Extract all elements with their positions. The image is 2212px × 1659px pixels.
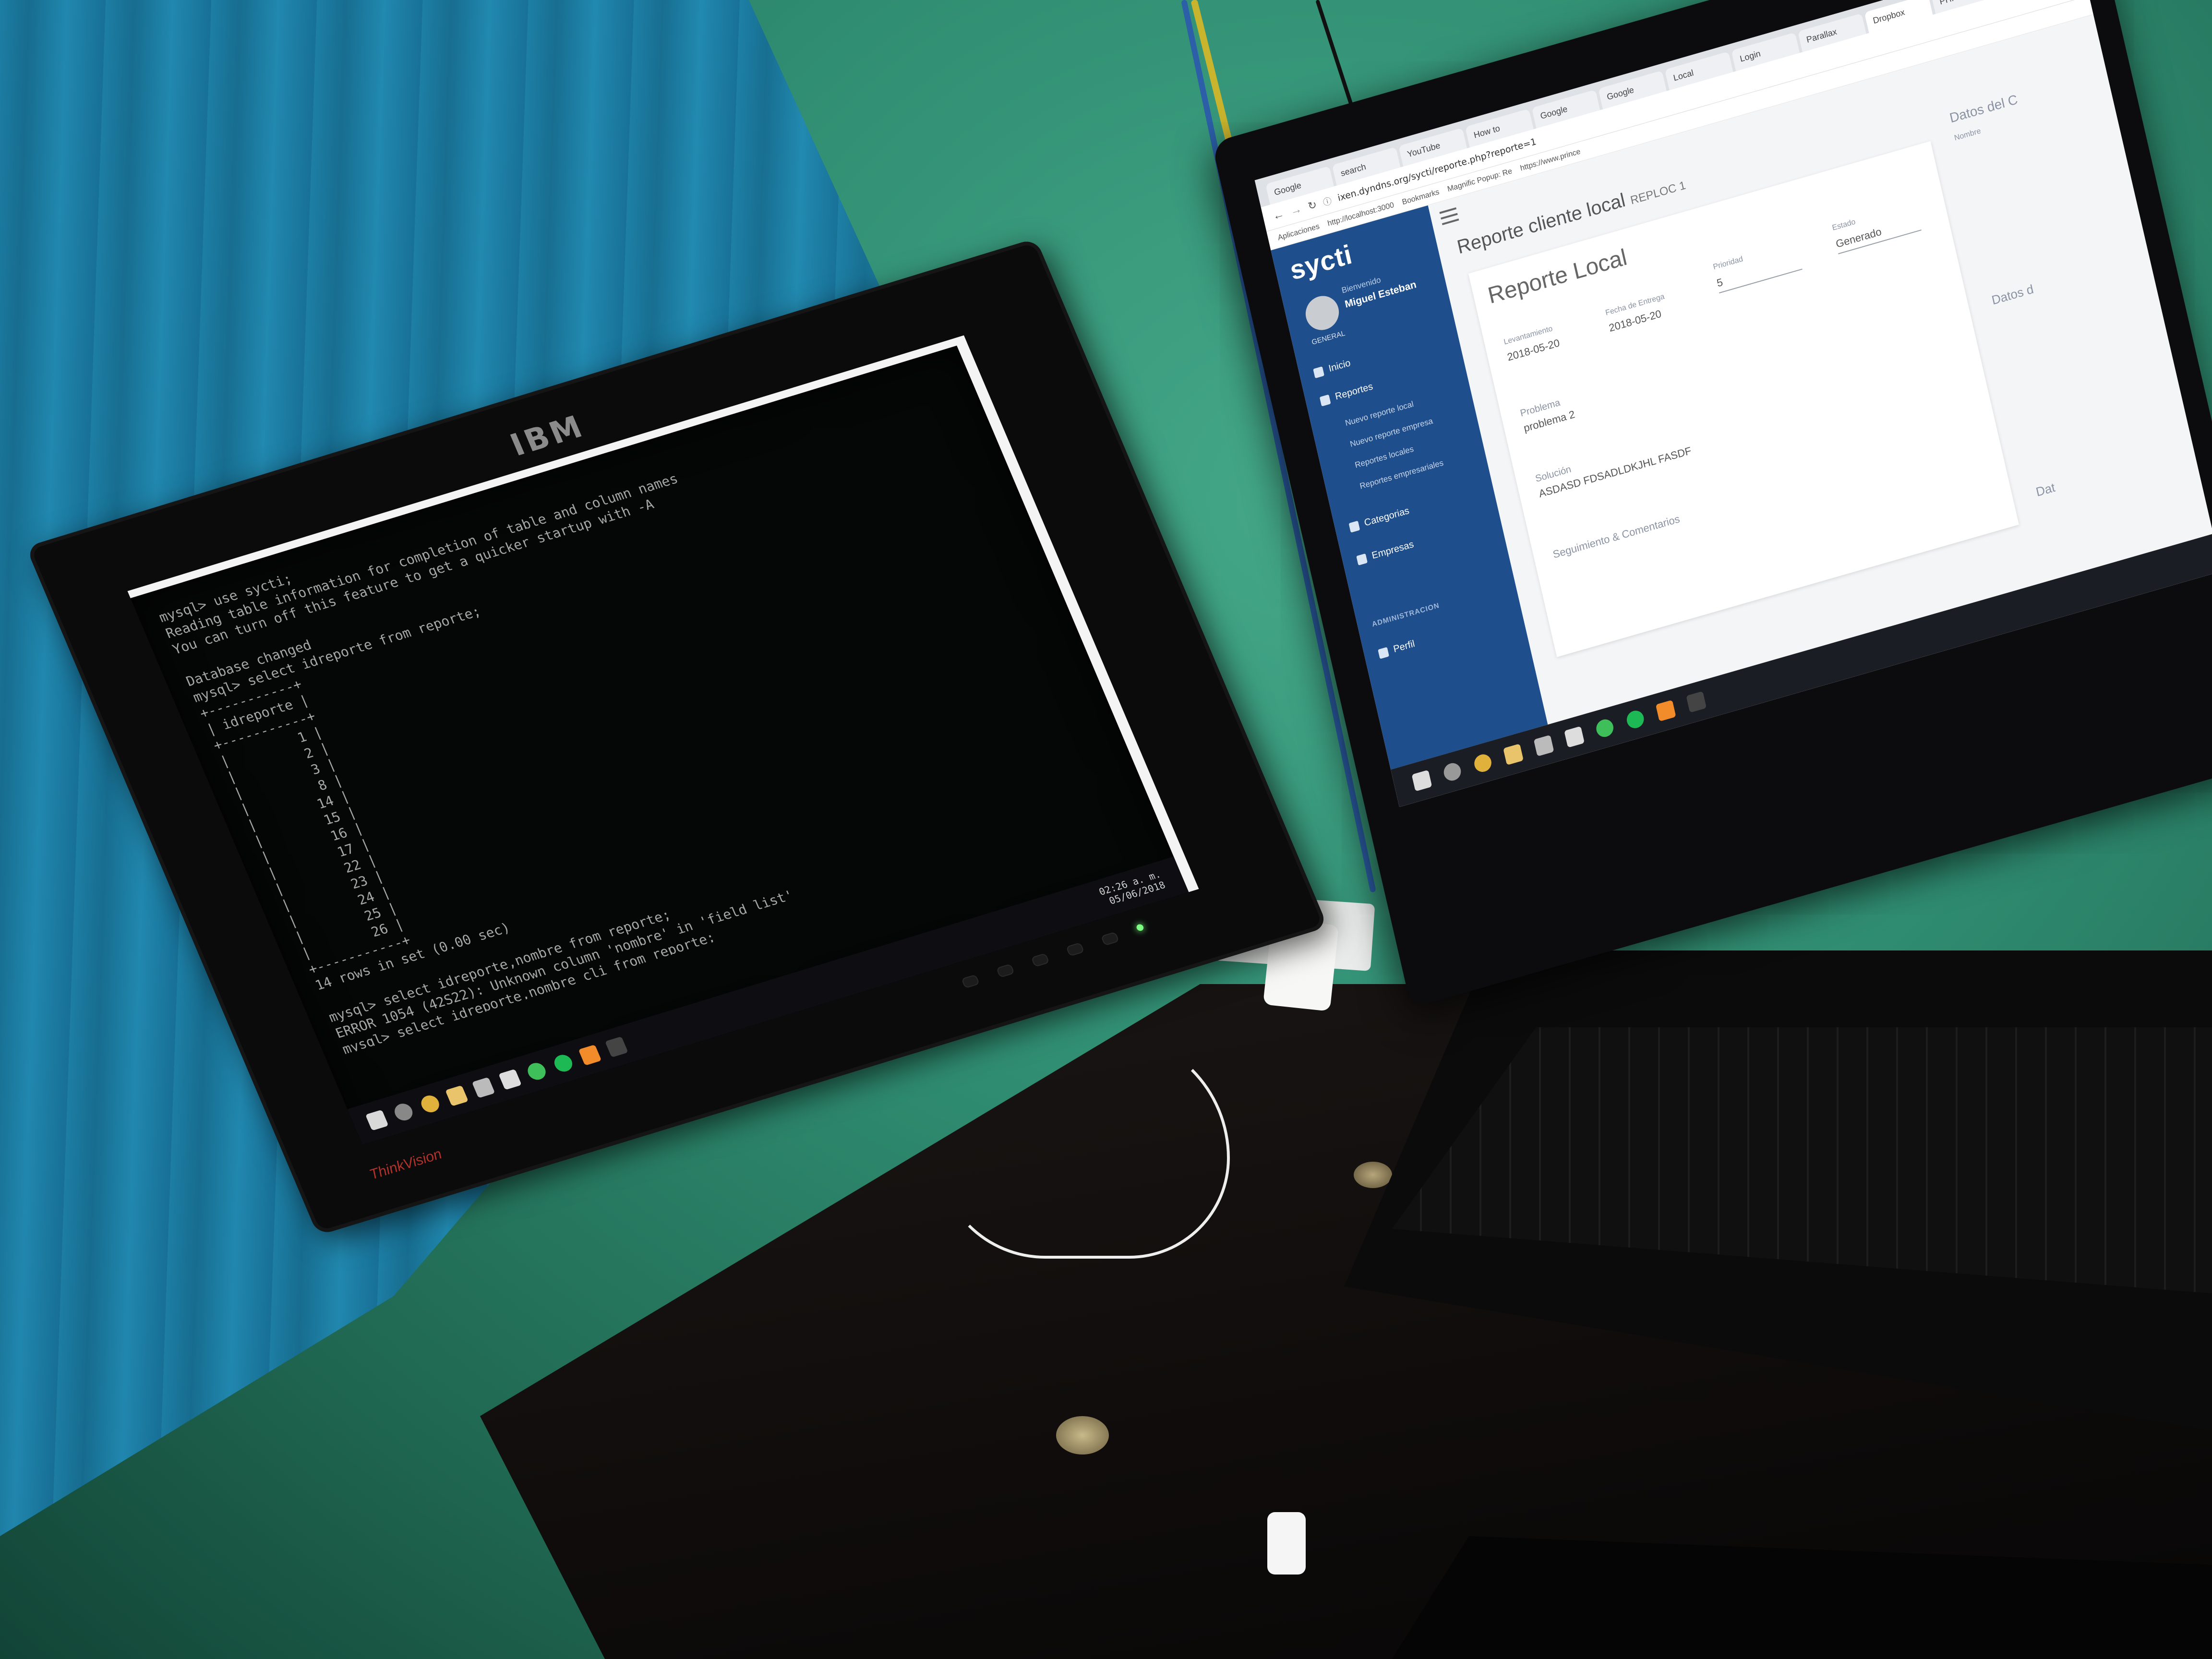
datos-heading-2: Dat [2034, 480, 2056, 500]
datos-heading: Datos d [1990, 281, 2035, 308]
datos-cliente-heading: Datos del C [1948, 92, 2020, 126]
sidebar-item-empresas[interactable]: Empresas [1356, 539, 1415, 566]
windows-start-icon[interactable] [1411, 769, 1432, 792]
estado-label: Estado [1831, 217, 1856, 232]
home-icon [1313, 366, 1324, 378]
whatsapp-icon[interactable] [1594, 717, 1615, 739]
sidebar-item-label: Inicio [1327, 358, 1352, 374]
coin [1056, 1416, 1109, 1455]
plug [1267, 1512, 1306, 1575]
monitor-button[interactable] [1100, 931, 1120, 946]
tag-icon [1348, 520, 1360, 533]
mail-icon[interactable] [498, 1069, 522, 1090]
secure-icon: ⓘ [1322, 195, 1333, 208]
folder-icon[interactable] [1503, 744, 1524, 766]
power-led-icon [1135, 923, 1145, 932]
chrome-icon[interactable] [1472, 752, 1493, 774]
chrome-icon[interactable] [418, 1093, 442, 1115]
menu-icon[interactable] [1439, 207, 1459, 226]
sidebar-item-reportes[interactable]: Reportes [1319, 381, 1374, 407]
back-icon[interactable]: ← [1272, 207, 1286, 223]
thinkvision-logo: ThinkVision [367, 1146, 445, 1183]
laptop-screen: Google search YouTube How to Google Google Loc… [1254, 0, 2212, 807]
users-icon [1378, 647, 1389, 659]
sidebar-item-label: Empresas [1370, 539, 1415, 562]
store-icon[interactable] [471, 1077, 495, 1098]
sidebar-subitem[interactable]: Reportes locales [1354, 444, 1415, 470]
sidebar-item-label: Reportes [1334, 381, 1374, 402]
windows-start-icon[interactable] [365, 1109, 389, 1131]
store-icon[interactable] [1533, 734, 1554, 757]
sidebar-item-perfil[interactable]: Perfil [1378, 638, 1416, 660]
search-icon[interactable] [392, 1101, 415, 1123]
seguimiento-label: Seguimiento & Comentarios [1551, 512, 1681, 561]
sidebar-item-categorias[interactable]: Categorias [1348, 505, 1410, 533]
user-role: GENERAL [1310, 329, 1346, 347]
photo-scene: IBM mysql> use sycti; Reading table info… [0, 0, 2212, 1659]
spotify-icon[interactable] [1625, 709, 1646, 731]
terminal-icon[interactable] [1686, 691, 1707, 713]
app-logo[interactable]: sycti [1287, 238, 1355, 286]
spotify-icon[interactable] [552, 1052, 575, 1074]
reload-icon[interactable]: ↻ [1307, 198, 1318, 213]
monitor-button[interactable] [1031, 953, 1050, 967]
sublime-icon[interactable] [1655, 699, 1676, 721]
avatar[interactable] [1302, 292, 1343, 334]
prioridad-label: Prioridad [1712, 255, 1744, 272]
monitor-button[interactable] [961, 974, 980, 989]
sublime-icon[interactable] [578, 1044, 602, 1066]
page-code: REPLOC 1 [1629, 179, 1687, 207]
mail-icon[interactable] [1564, 726, 1585, 748]
terminal-icon[interactable] [605, 1036, 628, 1058]
card-title: Reporte Local [1485, 244, 1630, 309]
coin [1354, 1162, 1392, 1188]
whatsapp-icon[interactable] [525, 1060, 549, 1082]
sidebar-item-label: Perfil [1392, 638, 1416, 655]
edit-icon [1319, 394, 1331, 407]
admin-section-label: ADMINISTRACION [1371, 601, 1441, 629]
sidebar-item-label: Categorias [1363, 505, 1410, 529]
monitor-button[interactable] [996, 963, 1015, 978]
nombre-label: Nombre [1953, 127, 1982, 143]
search-icon[interactable] [1442, 761, 1463, 783]
monitor-button[interactable] [1066, 942, 1085, 957]
building-icon [1356, 553, 1368, 565]
folder-icon[interactable] [445, 1085, 469, 1106]
taskbar-clock: 02:26 a. m. 05/06/2018 [1097, 868, 1167, 908]
sidebar-item-inicio[interactable]: Inicio [1313, 358, 1352, 379]
forward-icon[interactable]: → [1289, 202, 1303, 218]
usb-cable [936, 1032, 1230, 1259]
